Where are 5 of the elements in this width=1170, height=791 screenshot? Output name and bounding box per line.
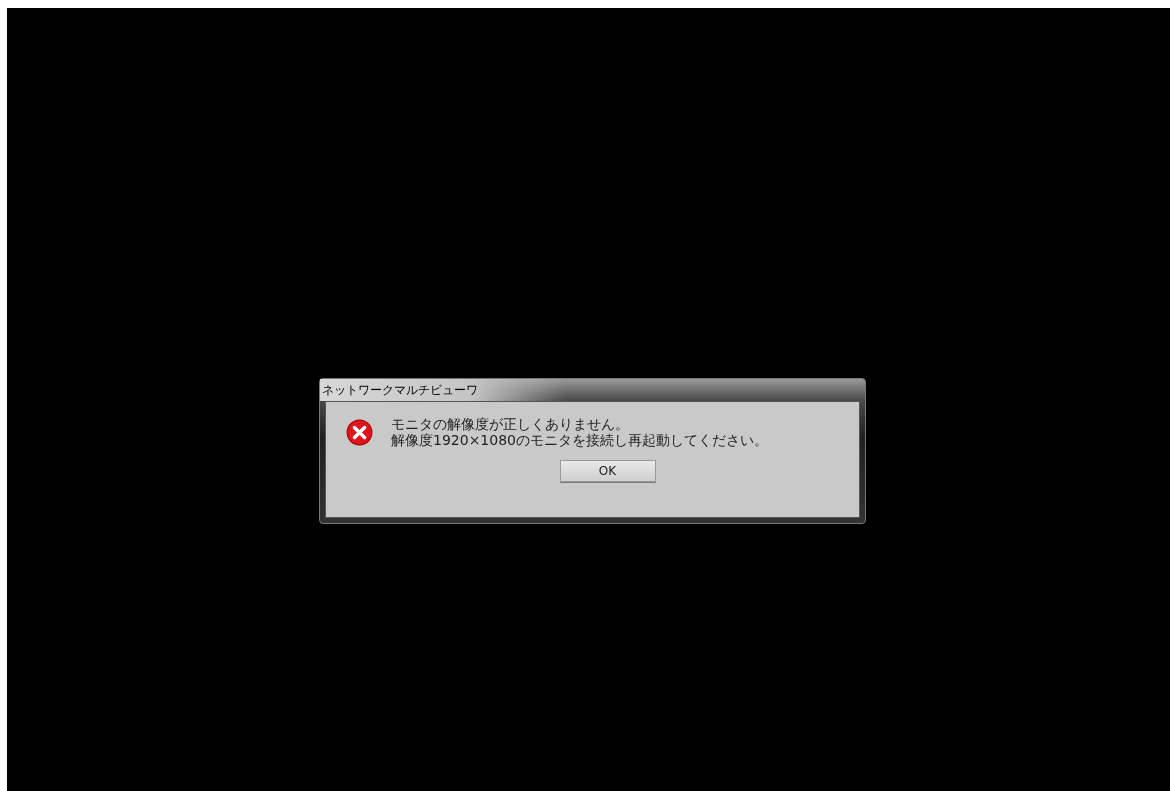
error-message: モニタの解像度が正しくありません。 — [391, 416, 630, 432]
error-message: 解像度1920×1080のモニタを接続し再起動してください。 — [391, 432, 768, 448]
ok-button[interactable]: OK — [559, 460, 656, 482]
window-title: ネットワークマルチビューワ — [322, 382, 478, 398]
error-icon — [346, 419, 373, 446]
